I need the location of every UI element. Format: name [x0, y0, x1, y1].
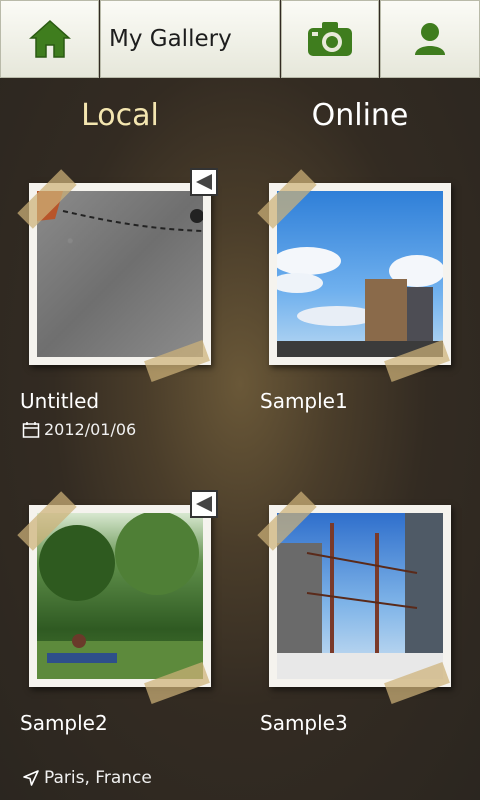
calendar-icon [22, 421, 40, 438]
photo-frame [29, 183, 211, 365]
item-name: Sample1 [260, 389, 348, 413]
account-button[interactable] [380, 0, 480, 78]
flag-badge [190, 168, 218, 196]
camera-icon [308, 22, 352, 56]
date-text: 2012/01/06 [44, 420, 137, 439]
flag-badge [190, 490, 218, 518]
photo-thumbnail [277, 191, 443, 357]
item-date: 2012/01/06 [22, 420, 136, 439]
item-name: Sample2 [20, 711, 108, 735]
page-title: My Gallery [109, 26, 232, 52]
photo-thumbnail [37, 513, 203, 679]
user-icon [415, 23, 445, 55]
gallery-item[interactable]: Untitled 2012/01/06 [17, 168, 250, 448]
gallery-item[interactable]: Sample2 [17, 490, 250, 740]
photo-frame [269, 505, 451, 687]
photo-frame [269, 183, 451, 365]
location-info: Paris, France [22, 768, 152, 788]
gallery-item[interactable]: Sample1 [257, 168, 480, 418]
flag-icon [196, 496, 212, 512]
navigation-arrow-icon [23, 770, 39, 786]
toolbar: My Gallery [0, 0, 480, 80]
item-name: Sample3 [260, 711, 348, 735]
item-name: Untitled [20, 389, 100, 413]
photo-frame [29, 505, 211, 687]
photo-thumbnail [277, 513, 443, 679]
gallery-item[interactable]: Sample3 [257, 490, 480, 740]
tab-local[interactable]: Local [20, 98, 220, 133]
camera-button[interactable] [281, 0, 379, 78]
photo-thumbnail [37, 191, 203, 357]
home-button[interactable] [0, 0, 99, 78]
flag-icon [196, 174, 212, 190]
tab-online[interactable]: Online [260, 98, 460, 133]
home-icon [28, 19, 71, 58]
gallery-title-button[interactable]: My Gallery [100, 0, 280, 78]
location-text: Paris, France [44, 768, 152, 788]
